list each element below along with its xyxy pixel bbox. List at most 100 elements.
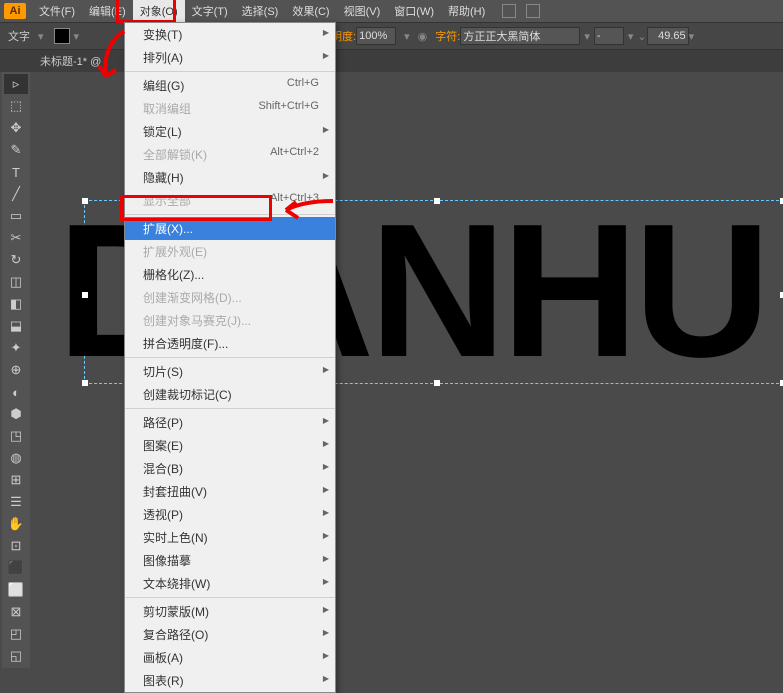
- tool-button[interactable]: ☰: [4, 492, 28, 512]
- tool-button[interactable]: ✥: [4, 118, 28, 138]
- menu-item[interactable]: 隐藏(H): [125, 166, 335, 189]
- tool-button[interactable]: ⬚: [4, 96, 28, 116]
- menu-item-label: 锁定(L): [143, 123, 182, 140]
- menu-item[interactable]: 图表(R): [125, 669, 335, 692]
- tool-button[interactable]: ◳: [4, 426, 28, 446]
- menu-item[interactable]: 文字(T): [185, 0, 235, 22]
- menu-item[interactable]: 栅格化(Z)...: [125, 263, 335, 286]
- menu-item[interactable]: 画板(A): [125, 646, 335, 669]
- tool-button[interactable]: ╱: [4, 184, 28, 204]
- menu-item[interactable]: 透视(P): [125, 503, 335, 526]
- resize-handle[interactable]: [82, 198, 88, 204]
- menu-item[interactable]: 封套扭曲(V): [125, 480, 335, 503]
- stepper-down-icon[interactable]: ⌄: [637, 30, 646, 43]
- menu-item[interactable]: 选择(S): [235, 0, 286, 22]
- menu-item[interactable]: 帮助(H): [441, 0, 492, 22]
- menu-item[interactable]: 实时上色(N): [125, 526, 335, 549]
- tool-button[interactable]: ◐: [4, 382, 28, 402]
- menu-item[interactable]: 变换(T): [125, 23, 335, 46]
- menu-item[interactable]: 图案(E): [125, 434, 335, 457]
- tool-button[interactable]: ⬓: [4, 316, 28, 336]
- menu-item[interactable]: 混合(B): [125, 457, 335, 480]
- tool-button[interactable]: ◰: [4, 624, 28, 644]
- dropdown-icon[interactable]: ▾: [404, 30, 410, 43]
- menu-item[interactable]: 复合路径(O): [125, 623, 335, 646]
- menu-item[interactable]: 效果(C): [285, 0, 336, 22]
- tool-button[interactable]: ⊠: [4, 602, 28, 622]
- menu-item: 全部解锁(K) Alt+Ctrl+2: [125, 143, 335, 166]
- dropdown-icon[interactable]: ▾: [38, 30, 44, 43]
- dropdown-icon[interactable]: ▾: [74, 30, 80, 43]
- tool-button[interactable]: ✋: [4, 514, 28, 534]
- menu-item[interactable]: 排列(A): [125, 46, 335, 69]
- menu-item-label: 透视(P): [143, 506, 183, 523]
- menu-separator: [125, 408, 335, 409]
- resize-handle[interactable]: [82, 292, 88, 298]
- menu-item[interactable]: 编组(G)Ctrl+G: [125, 74, 335, 97]
- document-tabs: 未标题-1* @: [0, 50, 783, 72]
- font-family-select[interactable]: [460, 27, 580, 45]
- tool-button[interactable]: ◫: [4, 272, 28, 292]
- menu-item[interactable]: 剪切蒙版(M): [125, 600, 335, 623]
- tool-button[interactable]: ⬜: [4, 580, 28, 600]
- menu-item[interactable]: 视图(V): [337, 0, 388, 22]
- resize-handle[interactable]: [82, 380, 88, 386]
- document-tab[interactable]: 未标题-1* @: [32, 51, 109, 71]
- dropdown-icon[interactable]: ▾: [628, 30, 634, 43]
- tool-button[interactable]: ◱: [4, 646, 28, 666]
- dropdown-icon[interactable]: ▾: [584, 30, 590, 43]
- object-menu-dropdown: 变换(T)排列(A)编组(G)Ctrl+G取消编组Shift+Ctrl+G锁定(…: [124, 22, 336, 693]
- menu-item-label: 拼合透明度(F)...: [143, 335, 228, 352]
- tool-button[interactable]: ⬛: [4, 558, 28, 578]
- menu-extras: [502, 4, 540, 18]
- menu-item[interactable]: 路径(P): [125, 411, 335, 434]
- menu-item[interactable]: 创建裁切标记(C): [125, 383, 335, 406]
- tool-button[interactable]: ↻: [4, 250, 28, 270]
- tool-button[interactable]: ◧: [4, 294, 28, 314]
- menu-item-label: 排列(A): [143, 49, 183, 66]
- menu-item-label: 路径(P): [143, 414, 183, 431]
- menu-item-shortcut: Alt+Ctrl+3: [270, 192, 319, 209]
- menu-separator: [125, 357, 335, 358]
- menu-item[interactable]: 窗口(W): [387, 0, 441, 22]
- menu-item-label: 取消编组: [143, 100, 191, 117]
- menu-item-label: 编组(G): [143, 77, 184, 94]
- fill-color-swatch[interactable]: [54, 28, 70, 44]
- resize-handle[interactable]: [434, 198, 440, 204]
- tool-button[interactable]: ✎: [4, 140, 28, 160]
- menu-item[interactable]: 拼合透明度(F)...: [125, 332, 335, 355]
- menu-item-label: 栅格化(Z)...: [143, 266, 204, 283]
- tool-button[interactable]: ▭: [4, 206, 28, 226]
- font-style-select[interactable]: [594, 27, 624, 45]
- opacity-input[interactable]: [356, 27, 396, 45]
- menu-item: 扩展外观(E): [125, 240, 335, 263]
- toolbox: ▹⬚✥✎T╱▭✂↻◫◧⬓✦⊕◐⬢◳◍⊞☰✋⊡⬛⬜⊠◰◱: [2, 72, 30, 668]
- tool-button[interactable]: ✂: [4, 228, 28, 248]
- tool-button[interactable]: ◍: [4, 448, 28, 468]
- menu-item-label: 全部解锁(K): [143, 146, 207, 163]
- font-label[interactable]: 字符:: [435, 28, 460, 44]
- menu-item[interactable]: 文件(F): [32, 0, 82, 22]
- tool-button[interactable]: ⬢: [4, 404, 28, 424]
- tool-button[interactable]: T: [4, 162, 28, 182]
- resize-handle[interactable]: [434, 380, 440, 386]
- tool-button[interactable]: ▹: [4, 74, 28, 94]
- menu-item: 创建对象马赛克(J)...: [125, 309, 335, 332]
- tool-button[interactable]: ✦: [4, 338, 28, 358]
- menu-item[interactable]: 图像描摹: [125, 549, 335, 572]
- recolor-icon[interactable]: ◉: [418, 30, 428, 43]
- tool-button[interactable]: ⊡: [4, 536, 28, 556]
- app-logo: Ai: [4, 3, 26, 19]
- menu-item[interactable]: 锁定(L): [125, 120, 335, 143]
- dropdown-icon[interactable]: ▾: [689, 30, 695, 43]
- menu-item[interactable]: 切片(S): [125, 360, 335, 383]
- menu-item-shortcut: Alt+Ctrl+2: [270, 146, 319, 163]
- layout-icon[interactable]: [502, 4, 516, 18]
- tool-button[interactable]: ⊞: [4, 470, 28, 490]
- tool-button[interactable]: ⊕: [4, 360, 28, 380]
- menu-item-label: 创建对象马赛克(J)...: [143, 312, 251, 329]
- workspace-icon[interactable]: [526, 4, 540, 18]
- menu-item-label: 隐藏(H): [143, 169, 184, 186]
- menu-item[interactable]: 文本绕排(W): [125, 572, 335, 595]
- font-size-input[interactable]: [647, 27, 689, 45]
